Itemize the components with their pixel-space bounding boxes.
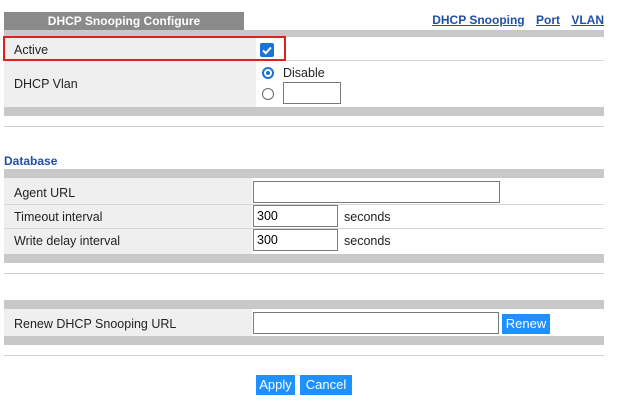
dhcp-vlan-label: DHCP Vlan — [14, 77, 78, 91]
timeout-interval-input[interactable] — [253, 205, 338, 227]
separator-3 — [4, 355, 604, 356]
agent-url-input[interactable] — [253, 181, 500, 203]
cancel-button[interactable]: Cancel — [300, 375, 352, 395]
link-vlan[interactable]: VLAN — [571, 13, 604, 27]
active-row-highlight — [3, 36, 286, 61]
write-delay-unit: seconds — [344, 234, 391, 248]
renew-url-input[interactable] — [253, 312, 499, 334]
link-dhcp-snooping[interactable]: DHCP Snooping — [432, 13, 524, 27]
timeout-interval-label: Timeout interval — [14, 210, 103, 224]
renew-bottom-bar — [4, 336, 604, 345]
timeout-unit: seconds — [344, 210, 391, 224]
database-title: Database — [4, 154, 58, 168]
renew-top-bar — [4, 300, 604, 309]
vlan-input[interactable] — [283, 82, 341, 104]
renew-url-label: Renew DHCP Snooping URL — [14, 317, 177, 331]
apply-button[interactable]: Apply — [256, 375, 295, 395]
separator-1 — [4, 126, 604, 127]
link-port[interactable]: Port — [536, 13, 560, 27]
write-delay-input[interactable] — [253, 229, 338, 251]
separator-2 — [4, 273, 604, 274]
agent-url-label: Agent URL — [14, 186, 76, 200]
disable-radio[interactable] — [262, 67, 274, 79]
renew-button[interactable]: Renew — [502, 314, 550, 334]
top-links: DHCP Snooping Port VLAN — [424, 13, 604, 27]
database-top-bar — [4, 169, 604, 178]
write-delay-label: Write delay interval — [14, 234, 121, 248]
page-tab-title: DHCP Snooping Configure — [4, 12, 244, 30]
database-bottom-bar — [4, 254, 604, 263]
disable-label: Disable — [283, 66, 325, 80]
config-bottom-bar — [4, 107, 604, 116]
vlan-radio[interactable] — [262, 88, 274, 100]
